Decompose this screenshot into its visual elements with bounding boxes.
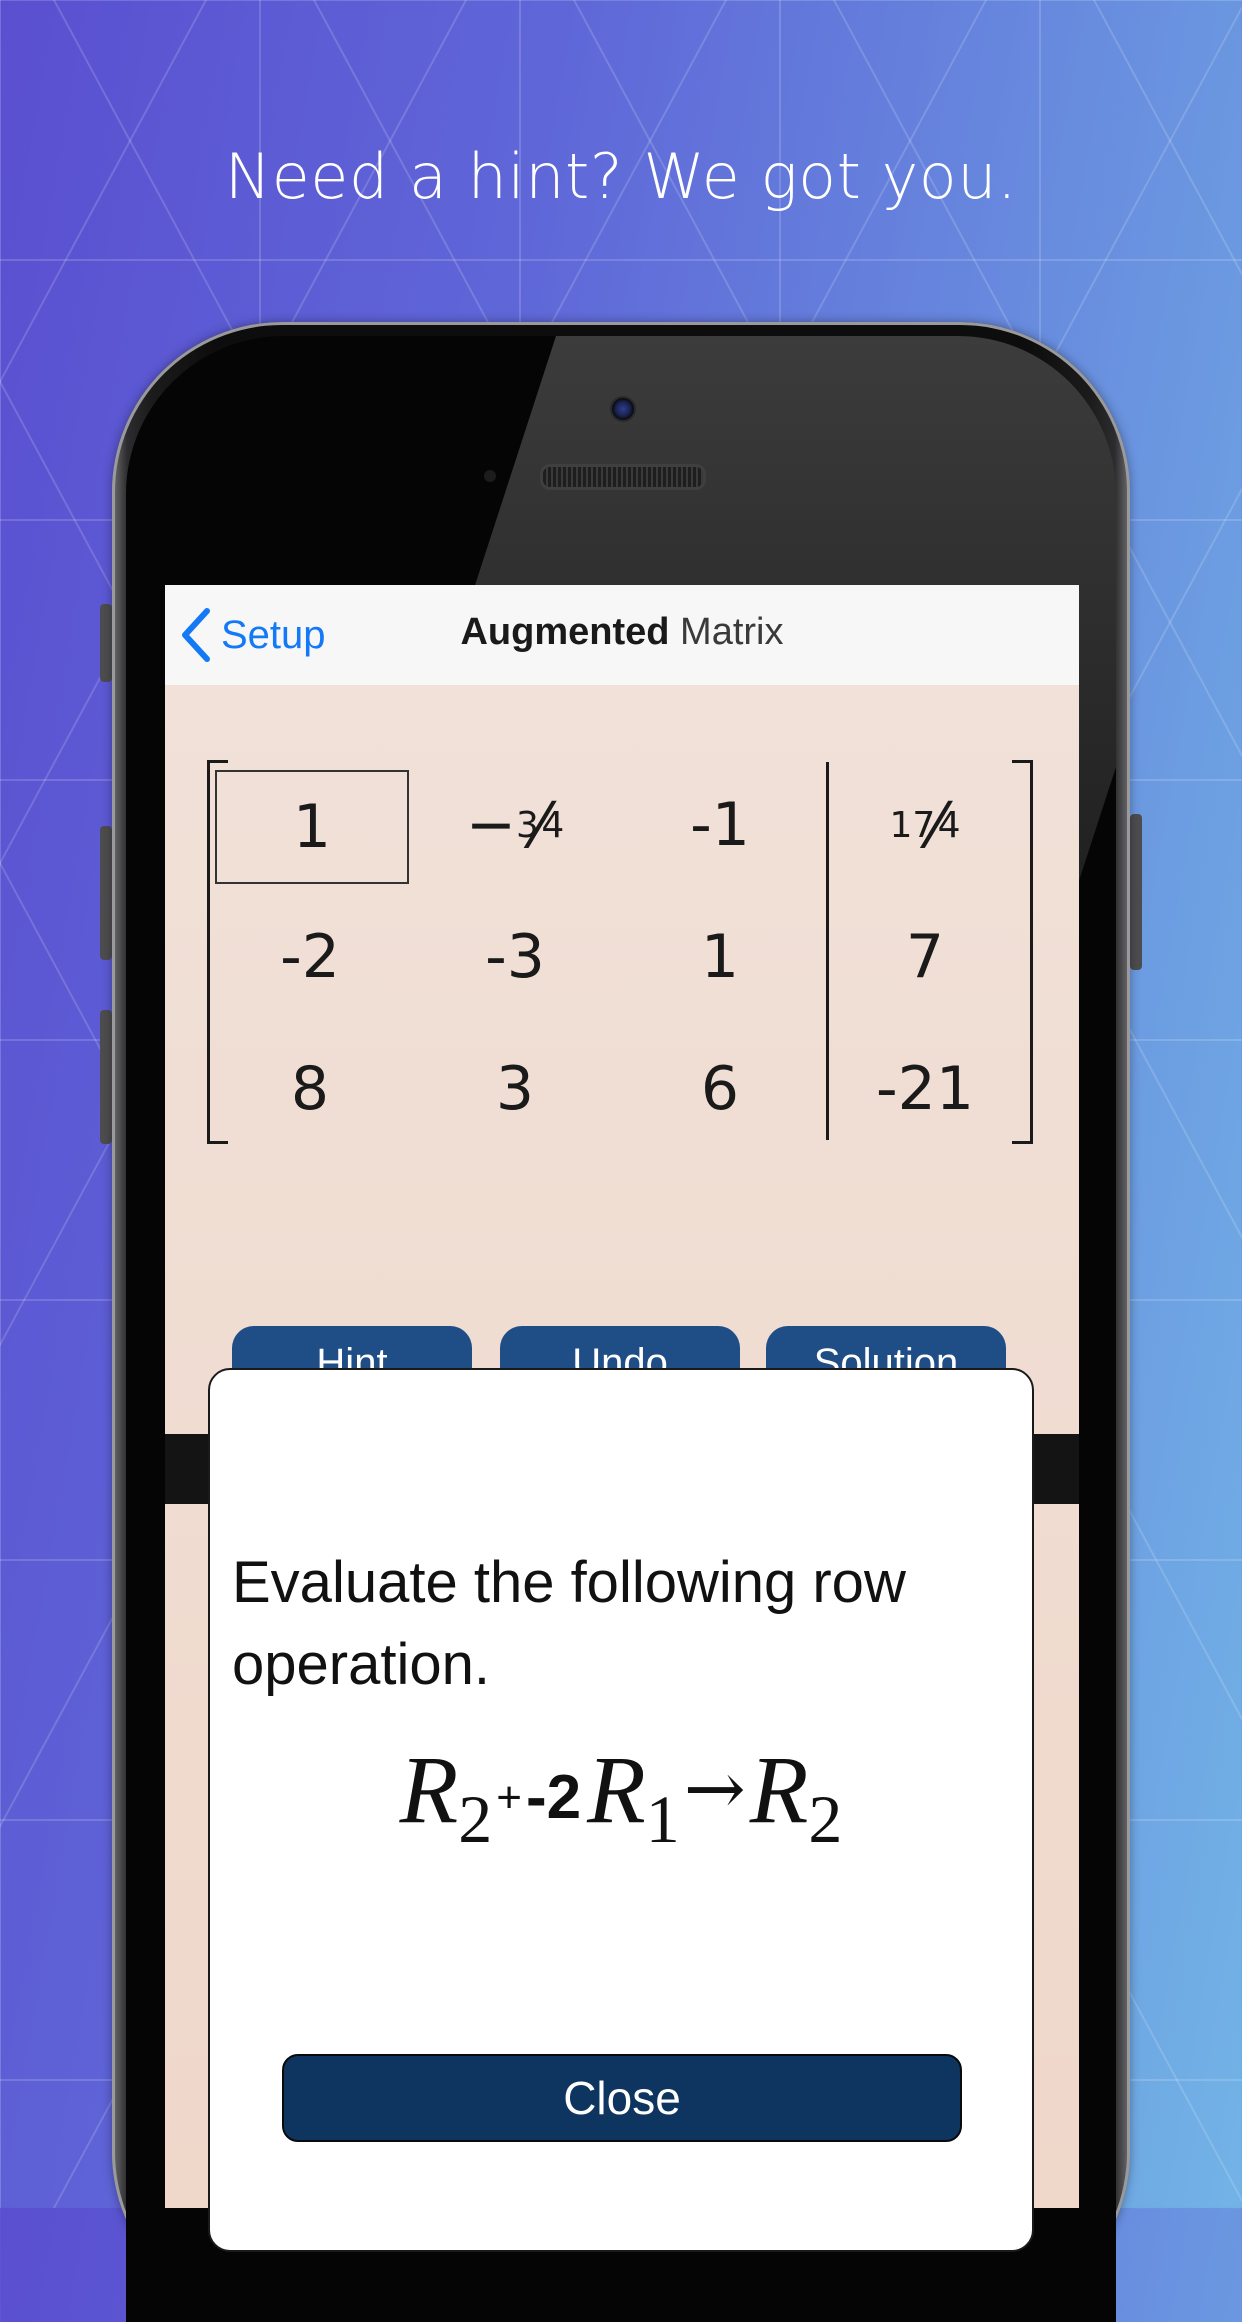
formula-target: R (399, 1736, 459, 1843)
matrix-cell-r3-c1[interactable]: 8 (215, 1034, 405, 1144)
row-operation-formula: R2+-2R1→R2 (210, 1734, 1032, 1859)
formula-target-sub: 2 (458, 1781, 493, 1857)
earpiece-speaker (540, 464, 706, 490)
matrix-cell-r1-c1[interactable]: 1 (215, 770, 409, 884)
close-button[interactable]: Close (282, 2054, 962, 2142)
augment-divider (826, 762, 829, 1140)
formula-plus: + (496, 1773, 522, 1822)
formula-source: R (587, 1736, 646, 1843)
matrix-cell-r2-c4[interactable]: 7 (830, 902, 1020, 1012)
formula-coefficient: -2 (525, 1763, 582, 1832)
matrix-cell-r1-c3[interactable]: -1 (625, 770, 815, 880)
formula-arrow: → (683, 1746, 746, 1832)
title-bold: Augmented (460, 611, 670, 653)
formula-source-sub: 1 (645, 1781, 680, 1857)
matrix-cell-r3-c3[interactable]: 6 (625, 1034, 815, 1144)
hint-modal: Evaluate the following row operation. R2… (208, 1368, 1034, 2252)
proximity-sensor (484, 470, 496, 482)
matrix-cell-r2-c2[interactable]: -3 (420, 902, 610, 1012)
matrix-cell-r2-c1[interactable]: -2 (215, 902, 405, 1012)
matrix-cell-r3-c2[interactable]: 3 (420, 1034, 610, 1144)
mute-switch (100, 604, 112, 682)
navigation-bar: Setup Augmented Matrix (165, 585, 1079, 686)
formula-result: R (749, 1736, 809, 1843)
page-title: Augmented Matrix (165, 611, 1079, 654)
matrix-cell-r2-c3[interactable]: 1 (625, 902, 815, 1012)
volume-down-button (100, 1010, 112, 1144)
promo-headline: Need a hint? We got you. (224, 140, 1018, 213)
formula-result-sub: 2 (808, 1781, 843, 1857)
matrix-cell-r1-c2[interactable]: −3 ⁄ 4 (420, 770, 610, 880)
title-rest: Matrix (680, 611, 784, 653)
power-button (1130, 814, 1142, 970)
hint-message: Evaluate the following row operation. (232, 1550, 906, 1697)
front-camera-icon (610, 396, 636, 422)
matrix-cell-r3-c4[interactable]: -21 (830, 1034, 1020, 1144)
volume-up-button (100, 826, 112, 960)
matrix-cell-r1-c4[interactable]: 17 ⁄ 4 (830, 770, 1020, 880)
